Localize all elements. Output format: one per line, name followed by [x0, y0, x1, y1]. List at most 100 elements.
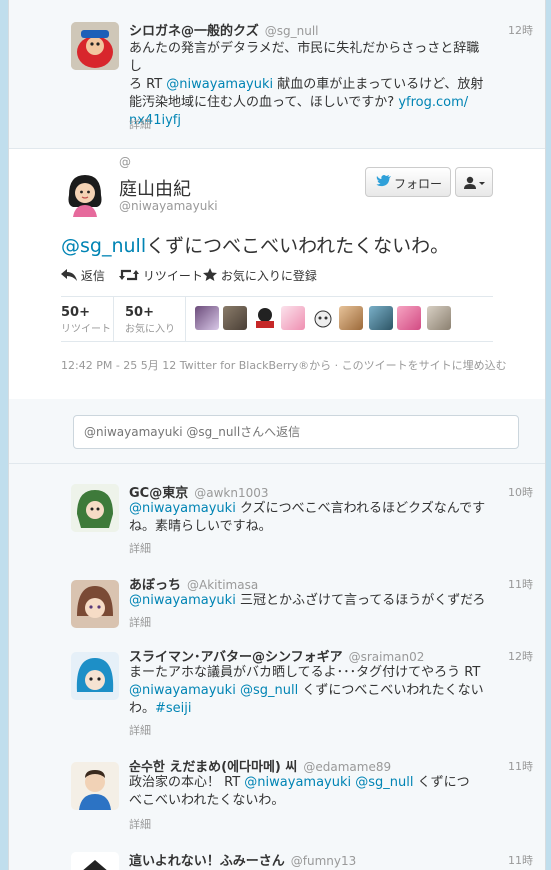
author-handle[interactable]: @Akitimasa	[187, 578, 258, 592]
author-handle[interactable]: @edamame89	[303, 760, 391, 774]
reply-tweet[interactable]: スライマン･アバター@シンフォギア @sraiman02 12時 まーたアホな議員…	[9, 640, 545, 751]
author-handle[interactable]: @sg_null	[265, 24, 319, 38]
retweeter-avatar[interactable]	[223, 306, 247, 330]
author-name[interactable]: GC@東京	[129, 486, 188, 501]
favorite-action[interactable]: お気に入りに登録	[203, 267, 317, 284]
details-link[interactable]: 詳細	[129, 614, 151, 630]
retweeter-avatar[interactable]	[253, 306, 277, 330]
author-name[interactable]: 這いよれない！ふみーさん	[129, 854, 285, 869]
tweet-text-line: ね。素晴らしいですね。	[129, 519, 272, 534]
retweet-label: リツイート	[142, 269, 203, 283]
reply-label: 返信	[80, 269, 105, 283]
favorite-count-label: お気に入り	[125, 324, 175, 335]
tweet-text-fragment: わ。	[129, 701, 156, 716]
author-handle[interactable]: @fumny13	[291, 854, 357, 868]
mention-link[interactable]: @sg_null	[61, 235, 146, 257]
retweeter-avatar[interactable]	[339, 306, 363, 330]
retweeter-avatar[interactable]	[397, 306, 421, 330]
tweet-text-body: くずにつべこべいわれたくないわ。	[146, 235, 450, 257]
mention-link[interactable]: @niwayamayuki	[129, 593, 236, 608]
author-name[interactable]: スライマン･アバター@シンフォギア	[129, 650, 343, 665]
divider	[185, 297, 186, 341]
retweeter-avatar[interactable]	[369, 306, 393, 330]
tweet-text-line: べこべいわれたくないわ。	[129, 793, 285, 808]
author-handle[interactable]: @awkn1003	[194, 486, 268, 500]
tweet-text: あんたの発言がデタラメだ、市民に失礼だからさっさと辞職し ろ RT @niway…	[129, 40, 487, 130]
author-name[interactable]: 순수한 えだまめ(에다마메) 씨	[129, 760, 297, 775]
avatar[interactable]	[71, 852, 119, 870]
retweet-action[interactable]: リツイート	[119, 267, 203, 284]
tweet-time[interactable]: 10時	[508, 484, 533, 500]
tweet-sg-null[interactable]: シロガネ@一般的クズ @sg_null 12時 あんたの発言がデタラメだ、市民に失…	[9, 0, 545, 149]
tweet-text-fragment: 三冠とかふざけて言ってるほうがくずだろ	[235, 593, 486, 608]
favorite-count: 50+	[125, 305, 154, 320]
author-name[interactable]: 庭山由紀	[119, 175, 191, 201]
url-link[interactable]: yfrog.com/	[398, 95, 468, 110]
reply-tweet[interactable]: 這いよれない！ふみーさん @fumny13 11時	[9, 842, 545, 870]
tweet-text-fragment: くずにつべこべいわれたくない	[298, 683, 484, 698]
author-handle[interactable]: @niwayamayuki	[119, 199, 218, 213]
tweet-timestamp[interactable]: 12:42 PM - 25 5月 12 Twitter for BlackBer…	[61, 357, 507, 373]
tweet-time[interactable]: 11時	[508, 576, 533, 592]
mention-link[interactable]: @niwayamayuki	[244, 775, 351, 790]
divider	[113, 297, 114, 341]
details-link[interactable]: 詳細	[129, 116, 151, 132]
reply-input[interactable]	[73, 415, 519, 449]
author-name[interactable]: あぼっち	[129, 578, 181, 593]
tweet-text: @niwayamayuki 三冠とかふざけて言ってるほうがくずだろ	[129, 592, 487, 610]
avatar[interactable]	[71, 652, 119, 700]
tweet-text-fragment: クズにつべこべ言われるほどクズなんです	[235, 501, 486, 516]
tweet-text-fragment: 能汚染地域に住む人の血って、ほしいですか?	[129, 95, 399, 110]
tweet-time[interactable]: 12時	[508, 648, 533, 664]
tweet-text-fragment: くずにつ	[413, 775, 470, 790]
follow-button[interactable]: フォロー	[365, 167, 451, 197]
tweet-text-fragment: 政治家の本心！ RT	[129, 775, 245, 790]
details-link[interactable]: 詳細	[129, 816, 151, 832]
reply-action[interactable]: 返信	[61, 267, 105, 284]
details-link[interactable]: 詳細	[129, 722, 151, 738]
avatar[interactable]	[71, 22, 119, 70]
author-handle[interactable]: @sraiman02	[349, 650, 425, 664]
expanded-tweet: @ 庭山由紀 @niwayamayuki フォロー @sg_nullくずにつべこ…	[9, 148, 545, 400]
reply-tweet[interactable]: GC@東京 @awkn1003 10時 @niwayamayuki クズにつべこべ…	[9, 464, 545, 569]
retweeter-avatar[interactable]	[281, 306, 305, 330]
user-icon	[464, 176, 486, 193]
reply-tweet[interactable]: あぼっち @Akitimasa 11時 @niwayamayuki 三冠とかふざけ…	[9, 568, 545, 641]
author-name[interactable]: シロガネ@一般的クズ	[129, 24, 259, 39]
tweet-time[interactable]: 12時	[508, 22, 533, 38]
reply-icon	[61, 269, 77, 281]
mention-link[interactable]: @niwayamayuki	[129, 683, 236, 698]
hashtag-link[interactable]: #seiji	[155, 701, 192, 716]
tweet-text: @sg_nullくずにつべこべいわれたくないわ。	[61, 231, 449, 258]
retweeter-avatar[interactable]	[427, 306, 451, 330]
retweet-stat[interactable]: 50+ リツイート	[61, 305, 111, 335]
mention-link[interactable]: @sg_null	[355, 775, 413, 790]
tweet-text: @niwayamayuki クズにつべこべ言われるほどクズなんです ね。素晴らし…	[129, 500, 487, 536]
tweet-text: 政治家の本心！ RT @niwayamayuki @sg_null くずにつ べ…	[129, 774, 487, 810]
user-actions-button[interactable]	[455, 167, 493, 197]
mention-link[interactable]: @niwayamayuki	[129, 501, 236, 516]
avatar[interactable]	[71, 484, 119, 532]
mention-link[interactable]: @sg_null	[240, 683, 298, 698]
avatar[interactable]	[71, 580, 119, 628]
star-icon	[203, 268, 217, 281]
favorite-stat[interactable]: 50+ お気に入り	[125, 305, 175, 335]
tweet-time[interactable]: 11時	[508, 758, 533, 774]
retweeter-avatar[interactable]	[311, 306, 335, 330]
tweet-text-line: あんたの発言がデタラメだ、市民に失礼だからさっさと辞職し	[129, 41, 480, 74]
details-link[interactable]: 詳細	[129, 540, 151, 556]
retweet-icon	[119, 269, 139, 281]
avatar[interactable]	[71, 762, 119, 810]
mention-link[interactable]: @niwayamayuki	[166, 77, 273, 92]
avatar[interactable]	[61, 169, 109, 217]
tweet-time[interactable]: 11時	[508, 852, 533, 868]
at-mark: @	[119, 155, 131, 169]
tweet-text: まーたアホな議員がバカ晒してるよ･･･タグ付けてやろう RT @niwayama…	[129, 664, 487, 718]
timeline-frame: シロガネ@一般的クズ @sg_null 12時 あんたの発言がデタラメだ、市民に失…	[8, 0, 546, 870]
retweet-count: 50+	[61, 305, 90, 320]
bird-icon	[376, 174, 392, 191]
tweet-text-fragment: 献血の車が止まっているけど、放射	[273, 77, 484, 92]
reply-tweet[interactable]: 순수한 えだまめ(에다마메) 씨 @edamame89 11時 政治家の本心！ R…	[9, 750, 545, 843]
tweet-text-line: まーたアホな議員がバカ晒してるよ･･･タグ付けてやろう RT	[129, 665, 481, 680]
retweeter-avatar[interactable]	[195, 306, 219, 330]
